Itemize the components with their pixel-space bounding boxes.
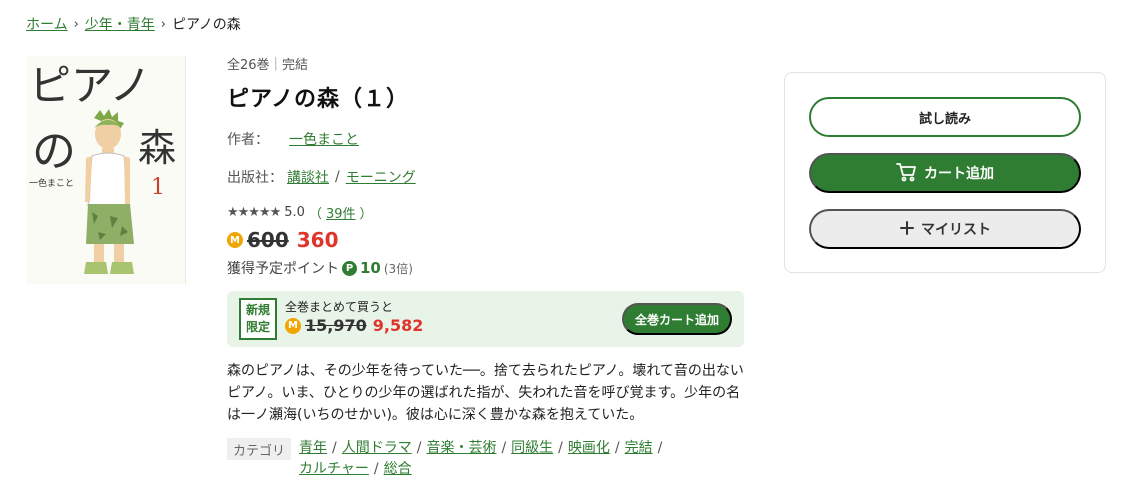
review-open-paren: （	[308, 207, 322, 222]
breadcrumb: ホーム › 少年・青年 › ピアノの森	[26, 14, 241, 34]
breadcrumb-current: ピアノの森	[172, 17, 241, 33]
cover-title-no: の	[32, 126, 76, 177]
series-meta: 全26巻 | 完結	[227, 54, 747, 73]
divider: /	[614, 440, 620, 456]
cart-icon	[896, 162, 918, 185]
cover-title-line1: ピアノ	[29, 61, 151, 110]
breadcrumb-category-link[interactable]: 少年・青年	[85, 14, 155, 34]
category-link[interactable]: 音楽・芸術	[426, 440, 496, 456]
my-list-label: マイリスト	[921, 221, 991, 237]
cover-title-mori: 森	[138, 126, 176, 170]
try-read-button[interactable]: 試し読み	[809, 97, 1081, 137]
bundle-offer: 新規 限定 全巻まとめて買うと M 15,970 9,582 全巻カート追加	[227, 291, 744, 347]
divider: /	[558, 440, 563, 456]
price-row: M 600 360	[227, 228, 747, 252]
book-title: ピアノの森（１）	[227, 87, 410, 112]
plus-icon	[899, 220, 915, 239]
points-value: 10	[360, 259, 381, 277]
review-close-paren: ）	[359, 207, 373, 222]
divider: /	[335, 169, 340, 185]
star-rating-icon: ★★★★★	[227, 205, 281, 220]
volume-count: 全26巻	[227, 58, 270, 73]
coin-icon: M	[285, 317, 301, 334]
label-link[interactable]: モーニング	[346, 167, 416, 187]
divider: /	[657, 440, 663, 456]
points-multiplier: (3倍)	[383, 261, 413, 276]
point-icon: P	[342, 260, 357, 276]
book-description: 森のピアノは、その少年を待っていた──。捨て去られたピアノ。壊れて音の出ないピア…	[227, 363, 744, 423]
add-all-to-cart-button[interactable]: 全巻カート追加	[621, 303, 732, 335]
rating-row: ★★★★★ 5.0 （ 39件）	[227, 203, 747, 222]
category-link[interactable]: 総合	[384, 461, 412, 477]
badge-line2: 限定	[245, 320, 270, 334]
chevron-right-icon: ›	[73, 16, 79, 32]
add-to-cart-button[interactable]: カート追加	[809, 153, 1081, 193]
book-cover-image[interactable]: ピアノ の 森 一色まこと 1	[26, 56, 186, 284]
cover-illustration: ピアノ の 森 一色まこと 1	[26, 56, 185, 284]
publisher-link[interactable]: 講談社	[287, 167, 329, 187]
coin-icon: M	[227, 232, 243, 248]
review-count-link[interactable]: 39件	[326, 203, 356, 222]
badge-line1: 新規	[245, 303, 270, 317]
my-list-button[interactable]: マイリスト	[809, 209, 1081, 249]
cover-volume: 1	[151, 175, 165, 200]
bundle-sale-price: 9,582	[372, 316, 424, 335]
author-row: 作者： 一色まこと	[227, 129, 747, 149]
points-row: 獲得予定ポイント P 10 (3倍)	[227, 258, 747, 278]
new-limited-badge: 新規 限定	[239, 298, 277, 340]
category-row: カテゴリ 青年 / 人間ドラマ / 音楽・芸術 / 同級生 / 映画化 / 完結 / カルチャー / 総合	[227, 438, 747, 480]
purchase-panel: 試し読み カート追加 マイリスト	[784, 72, 1106, 273]
category-link[interactable]: 完結	[625, 440, 653, 456]
category-link[interactable]: 人間ドラマ	[342, 440, 412, 456]
divider: /	[373, 461, 379, 477]
publisher-row: 出版社： 講談社 / モーニング	[227, 167, 747, 187]
add-to-cart-label: カート追加	[924, 165, 994, 181]
points-label: 獲得予定ポイント	[227, 261, 339, 277]
breadcrumb-home-link[interactable]: ホーム	[26, 14, 68, 34]
book-info: 全26巻 | 完結 ピアノの森（１） 作者： 一色まこと 出版社： 講談社 / …	[227, 54, 747, 278]
divider: /	[332, 440, 337, 456]
original-price: 600	[247, 228, 289, 252]
publisher-label: 出版社：	[227, 170, 283, 186]
category-link[interactable]: 映画化	[568, 440, 610, 456]
author-label: 作者：	[227, 132, 269, 148]
category-link[interactable]: カルチャー	[299, 461, 369, 477]
divider: /	[501, 440, 507, 456]
rating-value: 5.0	[284, 205, 305, 220]
bundle-original-price: 15,970	[305, 316, 367, 335]
chevron-right-icon: ›	[160, 16, 166, 32]
category-link[interactable]: 同級生	[511, 440, 553, 456]
bundle-price-row: M 15,970 9,582	[285, 316, 423, 335]
category-list: 青年 / 人間ドラマ / 音楽・芸術 / 同級生 / 映画化 / 完結 / カルチャー / 総合	[299, 438, 699, 480]
bundle-text: 全巻まとめて買うと	[285, 300, 394, 314]
try-read-label: 試し読み	[918, 110, 971, 126]
category-label: カテゴリ	[227, 438, 292, 460]
author-link[interactable]: 一色まこと	[289, 129, 359, 149]
divider: |	[273, 56, 278, 71]
cover-author: 一色まこと	[29, 177, 74, 189]
divider: /	[416, 440, 422, 456]
category-link[interactable]: 青年	[299, 440, 327, 456]
series-status: 完結	[281, 58, 308, 73]
sale-price: 360	[296, 228, 339, 252]
